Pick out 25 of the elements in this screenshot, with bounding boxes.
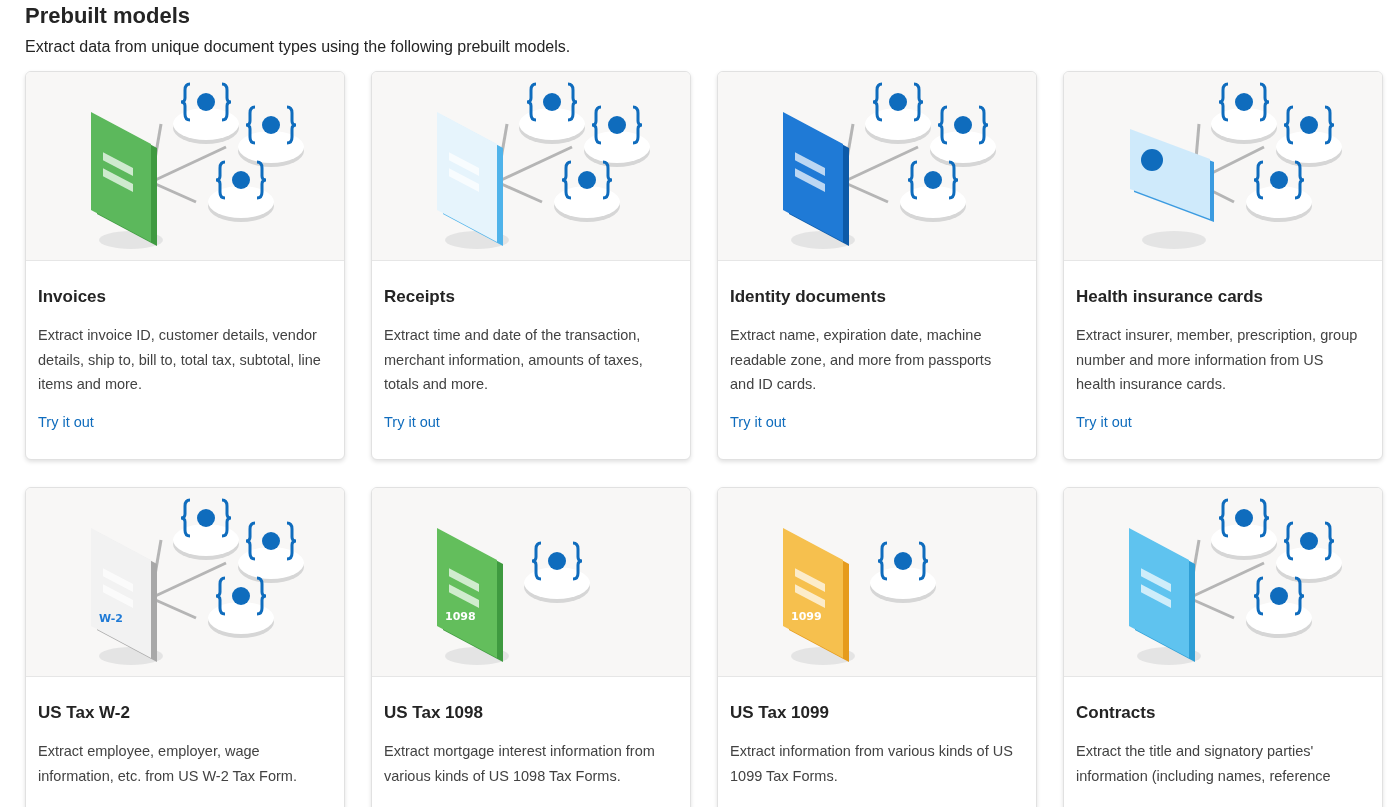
card-description: Extract mortgage interest information from various kinds of US 1098 Tax Forms.	[384, 742, 656, 786]
card-title: US Tax 1099	[730, 702, 830, 724]
card-title: US Tax 1098	[384, 702, 484, 724]
card-description: Extract invoice ID, customer details, vendor details, ship to, bill to, total tax, subtotal, line items and more.	[38, 326, 322, 394]
card-description: Extract information from various kinds of US 1099 Tax Forms.	[730, 742, 1014, 786]
card-description: Extract the title and signatory parties' information (including names, reference	[1076, 742, 1332, 786]
card-description: Extract name, expiration date, machine readable zone, and more from passports and ID cards.	[730, 326, 993, 394]
card-description: Extract insurer, member, prescription, group number and more information from US health insurance cards.	[1076, 326, 1359, 394]
try-it-out-link[interactable]: Try it out	[730, 409, 786, 434]
card-title: Receipts	[384, 286, 456, 308]
card-title: US Tax W-2	[38, 702, 131, 724]
page-title: Prebuilt models	[25, 2, 192, 30]
try-it-out-link[interactable]: Try it out	[384, 409, 440, 434]
card-description: Extract employee, employer, wage information, etc. from US W-2 Tax Form.	[38, 742, 298, 786]
card-title: Health insurance cards	[1076, 286, 1265, 308]
form-label: 1098	[445, 610, 476, 623]
try-it-out-link[interactable]: Try it out	[1076, 409, 1132, 434]
form-label: W-2	[99, 612, 123, 625]
try-it-out-link[interactable]: Try it out	[38, 409, 94, 434]
card-title: Invoices	[38, 286, 108, 308]
form-label: 1099	[791, 610, 822, 623]
card-title: Contracts	[1076, 702, 1157, 724]
card-description: Extract time and date of the transaction, merchant information, amounts of taxes, totals and more.	[384, 326, 644, 394]
card-title: Identity documents	[730, 286, 887, 308]
page-subtitle: Extract data from unique document types using the following prebuilt models.	[25, 37, 572, 57]
